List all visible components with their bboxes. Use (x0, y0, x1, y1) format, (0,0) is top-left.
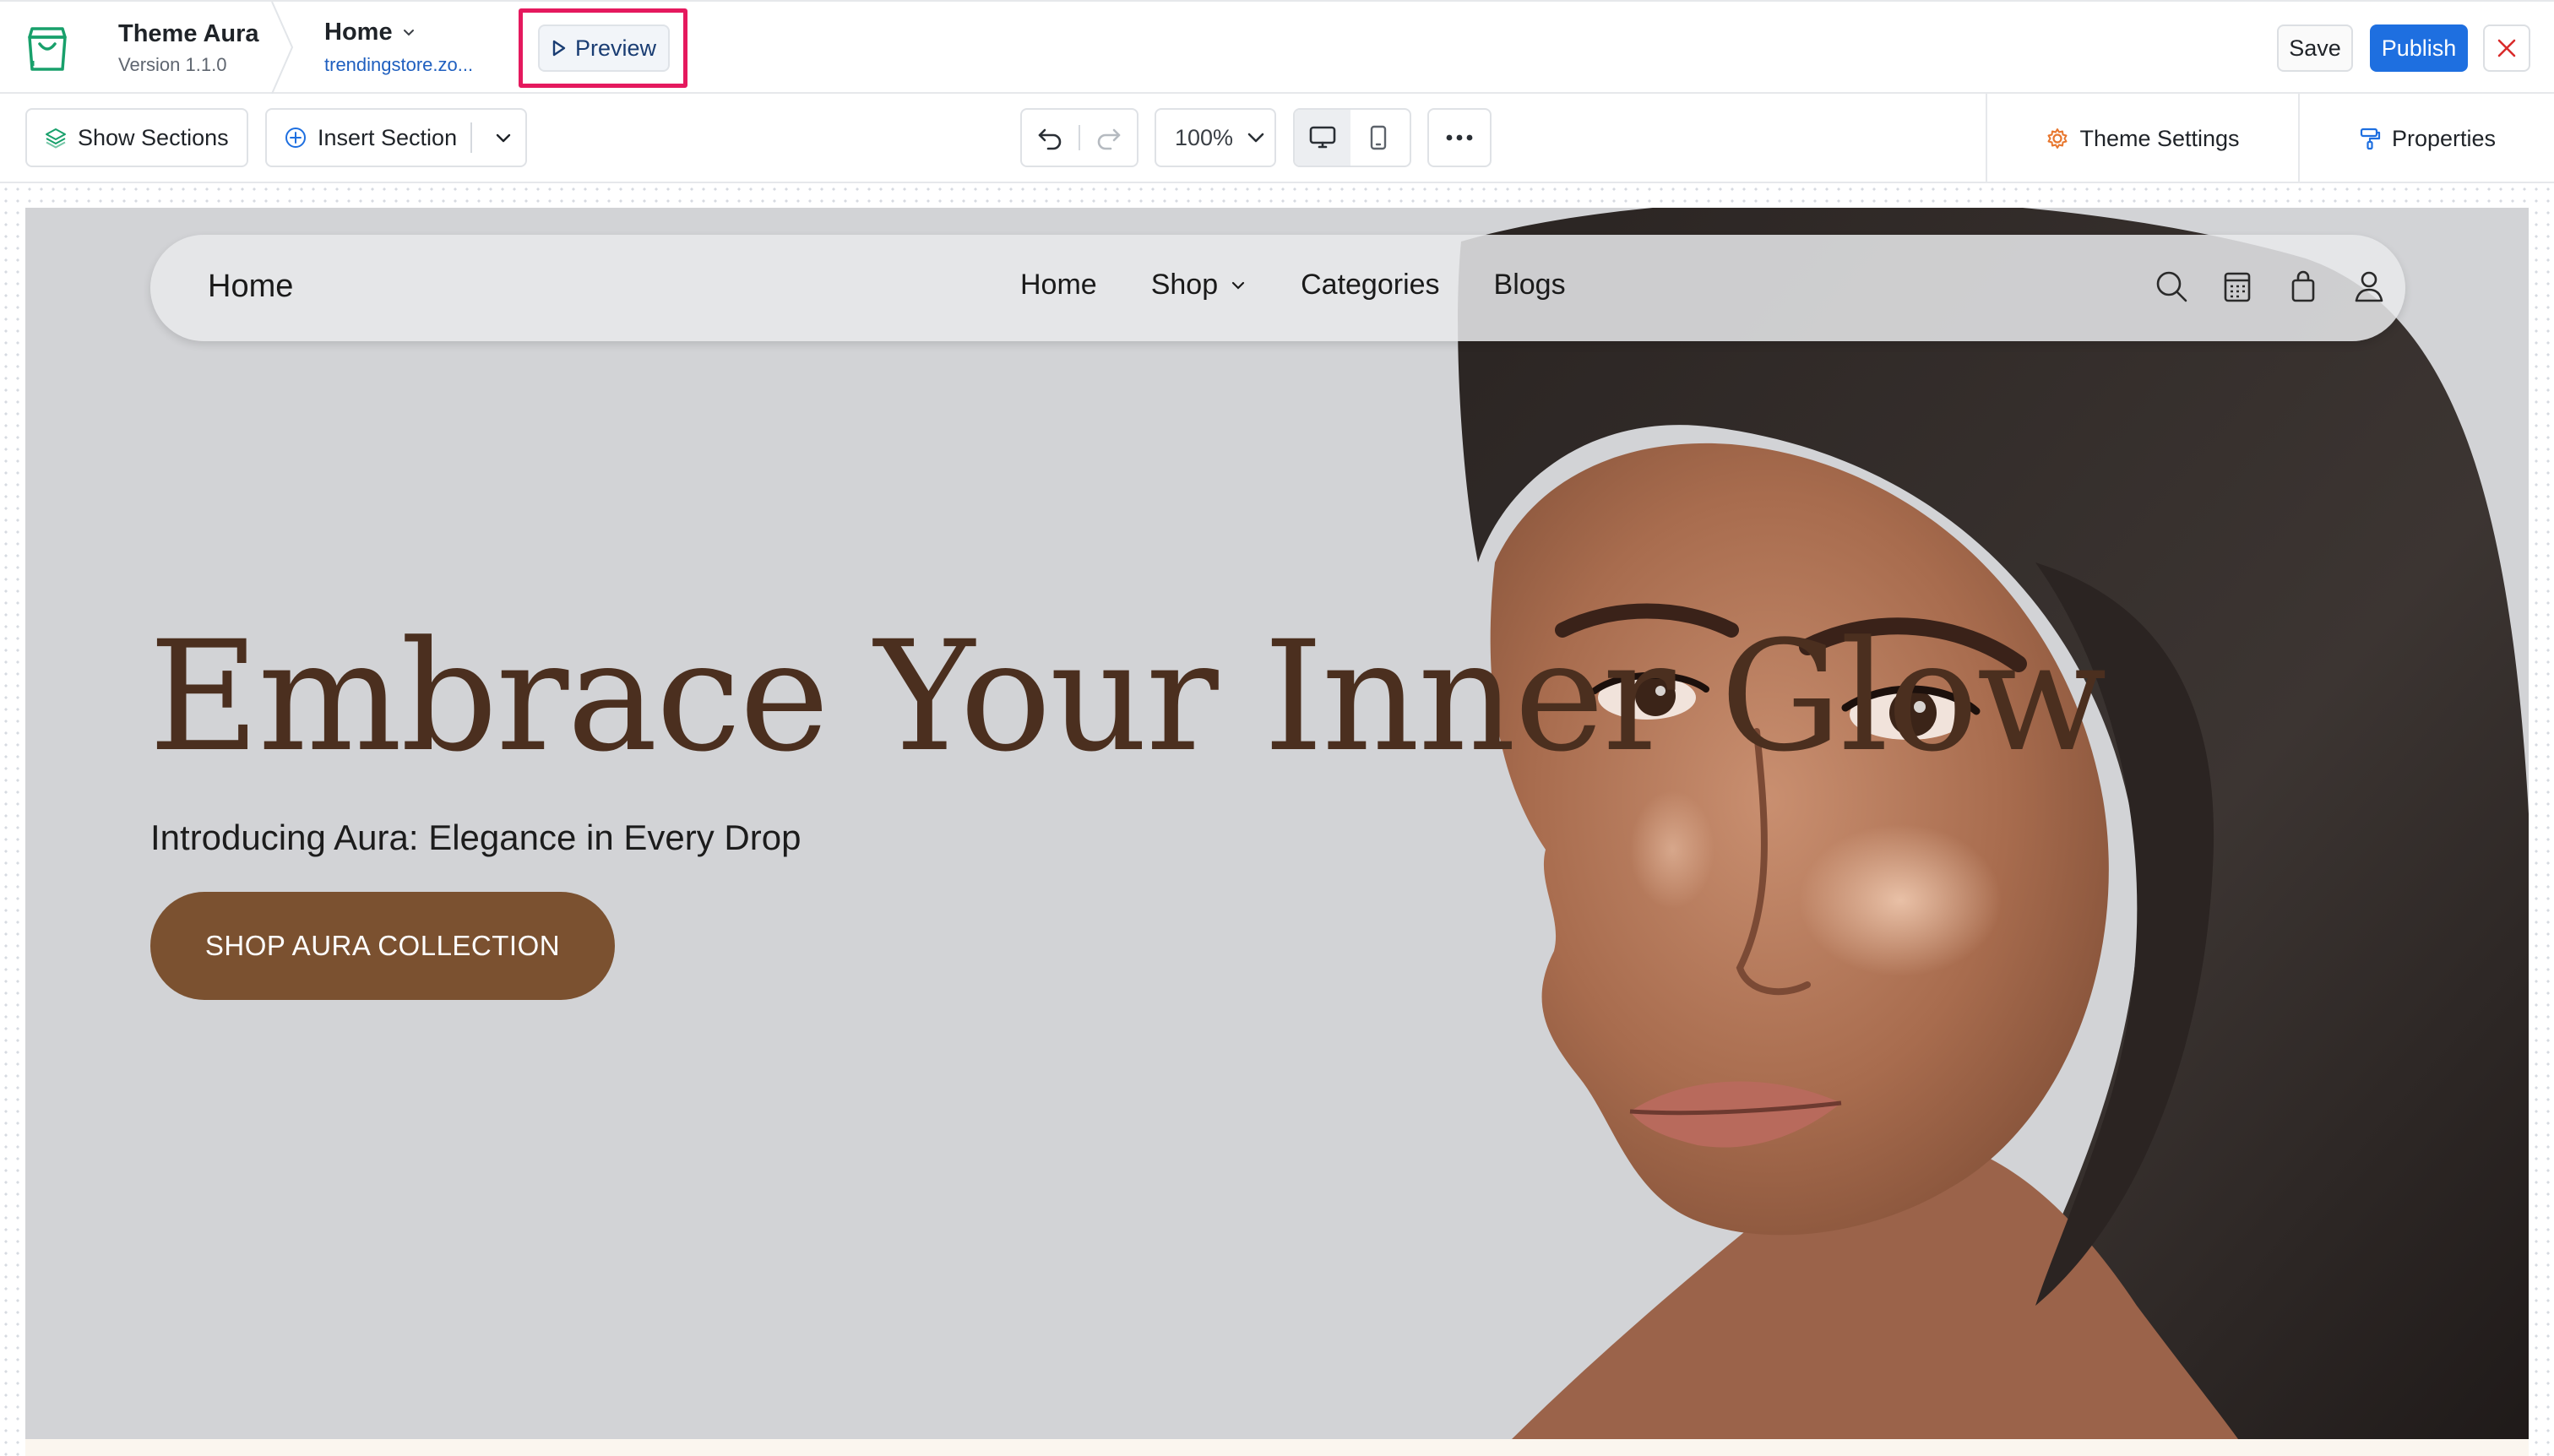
hero-title: Embrace Your Inner Glow (149, 609, 2106, 785)
publish-button[interactable]: Publish (2370, 24, 2468, 72)
site-navbar: Home Home Shop Categories Blogs (150, 235, 2405, 341)
plus-circle-icon (285, 128, 306, 148)
zoom-select[interactable]: 100% (1155, 108, 1276, 167)
page-url-link[interactable]: trendingstore.zo... (324, 54, 473, 76)
insert-section-label: Insert Section (318, 124, 458, 150)
preview-button[interactable]: Preview (538, 24, 670, 72)
gear-icon (2047, 128, 2068, 149)
desktop-view-button[interactable] (1295, 110, 1350, 166)
chevron-down-icon (496, 133, 511, 143)
device-toggle (1293, 108, 1411, 167)
more-horizontal-icon (1446, 134, 1473, 141)
nav-link-shop-label: Shop (1150, 269, 1219, 301)
chevron-down-icon (1232, 281, 1245, 290)
mobile-view-button[interactable] (1350, 110, 1406, 166)
shopping-bag-icon[interactable] (25, 24, 69, 73)
preview-label: Preview (574, 35, 657, 61)
nav-link-blogs[interactable]: Blogs (1494, 269, 1566, 302)
properties-label: Properties (2391, 125, 2497, 151)
desktop-icon (1309, 126, 1336, 149)
site-nav-icons (2154, 269, 2387, 304)
theme-settings-label: Theme Settings (2079, 125, 2240, 151)
next-section-edge (25, 1439, 2529, 1456)
insert-section-button[interactable]: Insert Section (265, 108, 527, 167)
calendar-icon[interactable] (2220, 269, 2255, 304)
nav-link-shop[interactable]: Shop (1151, 269, 1247, 302)
show-sections-button[interactable]: Show Sections (25, 108, 248, 167)
search-icon[interactable] (2154, 269, 2189, 304)
insert-section-dropdown[interactable] (482, 110, 524, 166)
tab-theme-settings[interactable]: Theme Settings (1986, 94, 2298, 183)
undo-icon (1038, 128, 1061, 150)
hero-subtitle: Introducing Aura: Elegance in Every Drop (150, 818, 802, 857)
redo-button[interactable] (1080, 110, 1137, 166)
undo-button[interactable] (1022, 110, 1079, 166)
breadcrumb-separator (271, 2, 294, 94)
site-brand[interactable]: Home (208, 269, 293, 305)
site-nav-links: Home Shop Categories Blogs (1020, 269, 1566, 302)
history-controls (1020, 108, 1138, 167)
mobile-icon (1370, 125, 1387, 150)
editor-toolbar: Show Sections Insert Section 100% Theme … (0, 94, 2554, 183)
nav-link-categories[interactable]: Categories (1301, 269, 1439, 302)
theme-info: Theme Aura Version 1.1.0 (118, 17, 259, 76)
chevron-down-icon (1247, 133, 1264, 143)
redo-icon (1098, 128, 1121, 150)
site-preview-frame[interactable]: Home Home Shop Categories Blogs Embrace … (25, 208, 2529, 1439)
paint-roller-icon (2360, 128, 2381, 150)
theme-name: Theme Aura (118, 20, 259, 47)
close-icon (2497, 39, 2516, 57)
button-divider (470, 122, 473, 153)
editor-header: Theme Aura Version 1.1.0 Home trendingst… (0, 0, 2554, 94)
show-sections-label: Show Sections (78, 124, 229, 150)
close-editor-button[interactable] (2483, 24, 2530, 72)
play-icon (552, 40, 566, 57)
shop-collection-button[interactable]: SHOP AURA COLLECTION (150, 892, 615, 1000)
page-selector[interactable]: Home trendingstore.zo... (324, 15, 473, 76)
user-icon[interactable] (2351, 269, 2387, 304)
layers-icon (46, 128, 66, 149)
tab-properties[interactable]: Properties (2298, 94, 2554, 183)
nav-link-home[interactable]: Home (1020, 269, 1097, 302)
theme-version: Version 1.1.0 (118, 54, 227, 75)
more-options-button[interactable] (1427, 108, 1492, 167)
zoom-value: 100% (1175, 124, 1234, 150)
page-name: Home (324, 19, 393, 46)
chevron-down-icon (403, 30, 414, 36)
save-button[interactable]: Save (2277, 24, 2353, 72)
shopping-bag-icon[interactable] (2285, 269, 2321, 304)
